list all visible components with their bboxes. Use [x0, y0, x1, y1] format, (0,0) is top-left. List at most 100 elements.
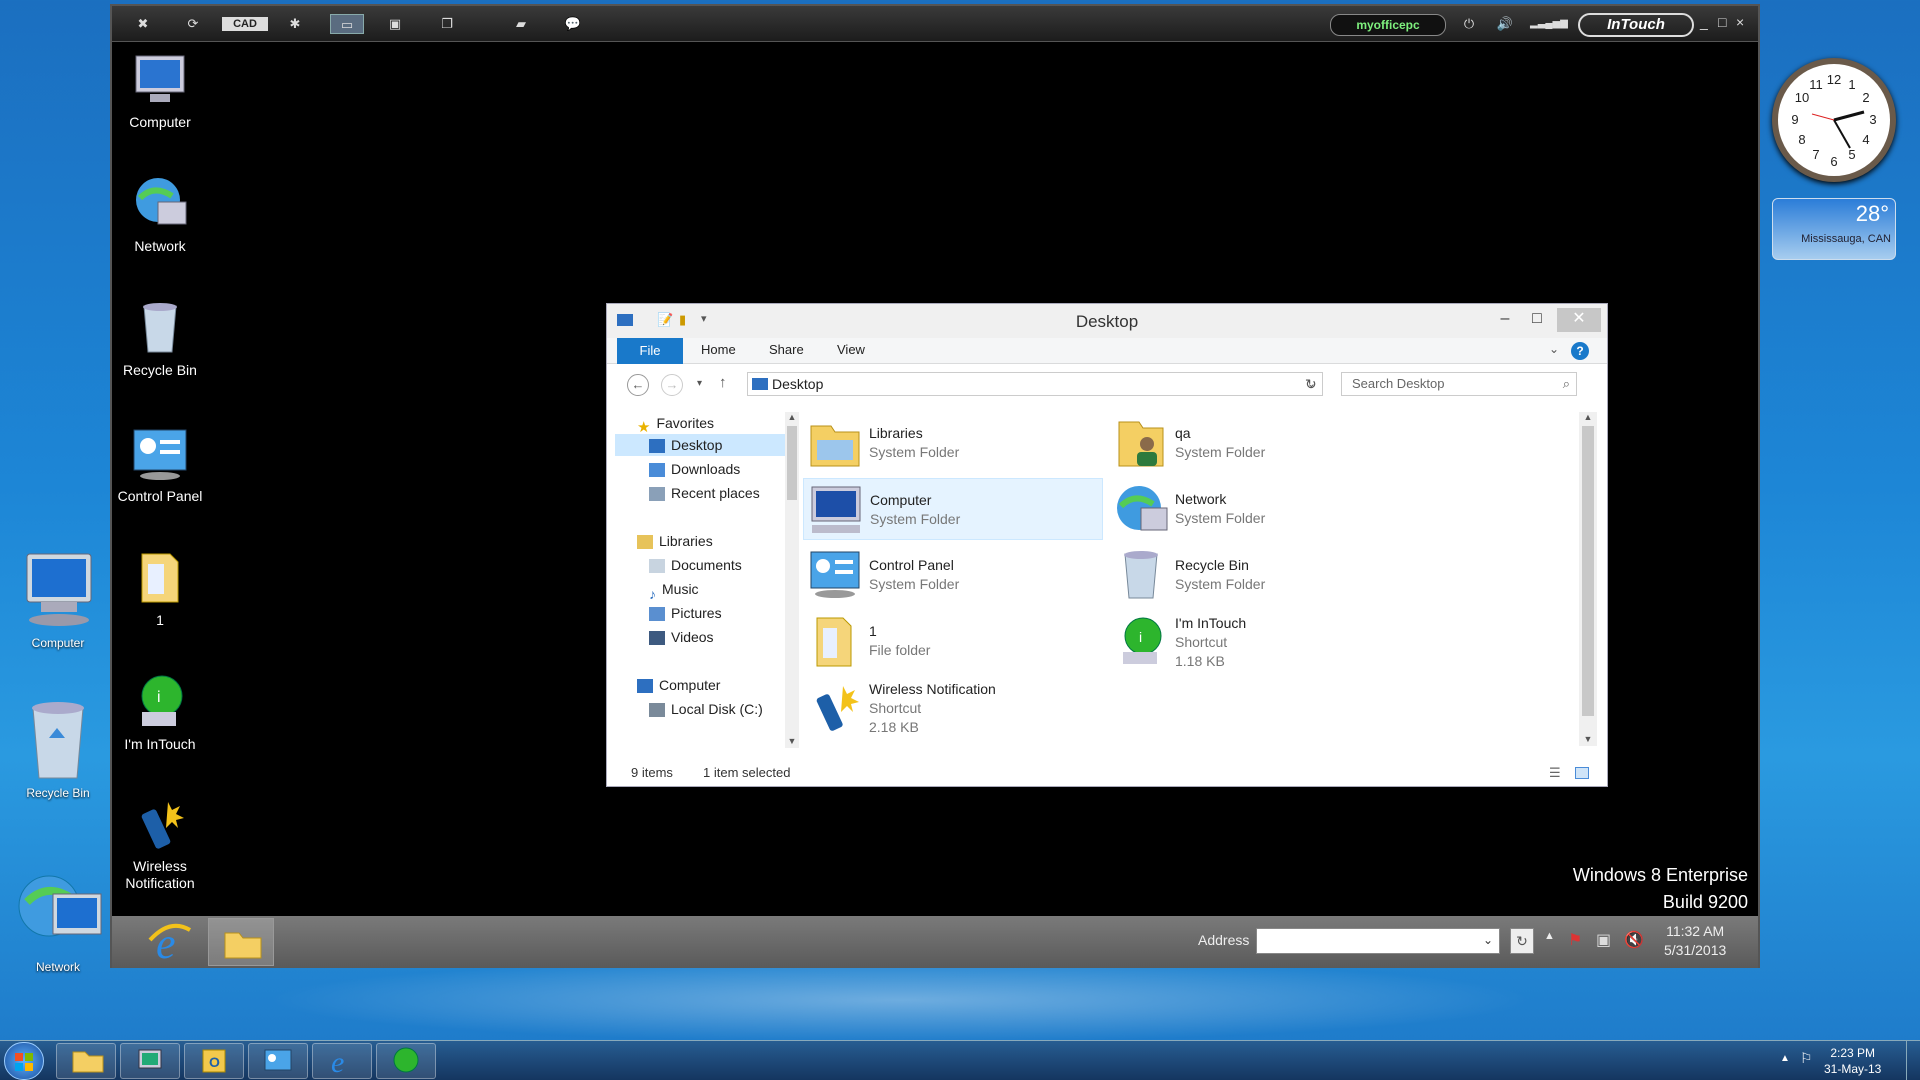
refresh-icon[interactable]: ↻	[1305, 376, 1317, 393]
desktop-icon-recycle-bin[interactable]: Recycle Bin	[8, 698, 108, 800]
nav-favorites[interactable]: ★ Favorites	[637, 412, 807, 437]
nav-desktop[interactable]: Desktop	[615, 434, 791, 456]
sound-icon[interactable]: 🔊	[1492, 14, 1518, 34]
search-input[interactable]: Search Desktop ⌕	[1341, 372, 1577, 396]
address-dropdown-icon[interactable]: ⌄	[1483, 933, 1493, 947]
scroll-down-icon[interactable]: ▼	[1579, 734, 1597, 744]
intouch-icon	[393, 1047, 419, 1073]
close-button[interactable]: ×	[1736, 14, 1744, 30]
show-hidden-icons-icon[interactable]: ▲	[1780, 1053, 1790, 1064]
remote-clock[interactable]: 11:32 AM 5/31/2013	[1664, 922, 1726, 960]
list-item-folder-1[interactable]: 1 File folder	[803, 610, 1103, 672]
action-center-flag-icon[interactable]: ⚑	[1568, 930, 1582, 950]
action-center-icon[interactable]: ⚐	[1800, 1050, 1813, 1067]
up-icon[interactable]: ↑	[719, 374, 727, 391]
expand-ribbon-icon[interactable]: ⌄	[1549, 342, 1559, 356]
cad-button[interactable]: CAD	[222, 17, 268, 31]
item-type: System Folder	[1175, 576, 1266, 592]
forward-button[interactable]: →	[661, 374, 683, 396]
remote-toolbar: ✖ ⟳ CAD ✱ ▭ ▣ ❐ ▰ 💬 myofficepc ⏻ 🔊 ▂▃▄▅▆…	[112, 6, 1758, 42]
host-clock[interactable]: 2:23 PM 31-May-13	[1824, 1045, 1881, 1077]
go-refresh-icon[interactable]: ↻	[1510, 928, 1534, 954]
item-type: File folder	[869, 642, 931, 658]
desktop-icon-computer[interactable]: Computer	[112, 52, 208, 131]
desktop-icon-folder-1[interactable]: 1	[112, 550, 208, 629]
desktop-icon-control-panel[interactable]: Control Panel	[112, 426, 208, 505]
refresh-icon[interactable]: ⟳	[180, 14, 206, 34]
desktop-icon-computer[interactable]: Computer	[8, 548, 108, 650]
taskbar-explorer[interactable]	[56, 1043, 116, 1079]
list-item-network[interactable]: Network System Folder	[1109, 478, 1409, 540]
file-explorer-taskbar-button[interactable]	[208, 918, 274, 966]
volume-muted-icon[interactable]: 🔇	[1624, 930, 1644, 950]
item-type: System Folder	[1175, 510, 1266, 526]
weather-gadget[interactable]: 28° Mississauga, CAN	[1772, 198, 1896, 260]
start-button[interactable]	[4, 1042, 44, 1080]
address-bar[interactable]: Desktop ⌄	[747, 372, 1323, 396]
scroll-thumb[interactable]	[787, 426, 797, 500]
monitor-icon[interactable]: ▣	[382, 14, 408, 34]
svg-text:i: i	[1139, 629, 1142, 645]
desktop-icon-wireless-notification[interactable]: Wireless Notification	[112, 796, 208, 892]
list-item-computer[interactable]: Computer System Folder	[803, 478, 1103, 540]
nav-scrollbar[interactable]: ▲ ▼	[785, 412, 799, 748]
desktop-icon-recycle-bin[interactable]: Recycle Bin	[112, 300, 208, 379]
close-button[interactable]: ✕	[1557, 308, 1601, 332]
ie-icon[interactable]: e	[142, 918, 198, 968]
list-item-intouch[interactable]: i I'm InTouch Shortcut 1.18 KB	[1109, 610, 1409, 672]
list-item-libraries[interactable]: Libraries System Folder	[803, 412, 1103, 474]
svg-text:11: 11	[1809, 77, 1823, 92]
tab-view[interactable]: View	[837, 342, 865, 357]
nav-computer[interactable]: Computer	[637, 674, 807, 696]
chat-icon[interactable]: 💬	[560, 14, 586, 34]
list-item-recycle-bin[interactable]: Recycle Bin System Folder	[1109, 544, 1409, 606]
content-scrollbar[interactable]: ▲ ▼	[1579, 412, 1597, 746]
svg-text:12: 12	[1827, 72, 1841, 87]
help-icon[interactable]: ?	[1571, 342, 1589, 360]
clock-gadget[interactable]: 12 1 2 3 4 5 6 7 8 9 10 11	[1772, 58, 1896, 182]
multi-window-icon[interactable]: ❐	[434, 14, 460, 34]
taskbar-control-panel[interactable]	[248, 1043, 308, 1079]
taskbar-remote-desktop[interactable]	[120, 1043, 180, 1079]
list-item-qa[interactable]: qa System Folder	[1109, 412, 1409, 474]
close-session-icon[interactable]: ✖	[130, 14, 156, 34]
taskbar-internet-explorer[interactable]: e	[312, 1043, 372, 1079]
list-item-control-panel[interactable]: Control Panel System Folder	[803, 544, 1103, 606]
back-button[interactable]: ←	[627, 374, 649, 396]
computer-icon	[132, 52, 188, 108]
desktop-icon-intouch[interactable]: i I'm InTouch	[112, 674, 208, 753]
tab-share[interactable]: Share	[769, 342, 804, 357]
recent-locations-icon[interactable]: ▾	[697, 378, 702, 389]
taskbar-outlook[interactable]: O	[184, 1043, 244, 1079]
scroll-down-icon[interactable]: ▼	[785, 736, 799, 746]
folder-icon[interactable]: ▰	[508, 14, 534, 34]
details-view-icon[interactable]: ☰	[1549, 760, 1561, 786]
tab-file[interactable]: File	[617, 338, 683, 364]
maximize-button[interactable]: □	[1521, 308, 1553, 332]
tab-home[interactable]: Home	[701, 342, 736, 357]
settings-icon[interactable]: ✱	[282, 14, 308, 34]
large-icons-view-icon[interactable]	[1575, 767, 1589, 779]
scroll-thumb[interactable]	[1582, 426, 1594, 716]
control-panel-icon	[807, 548, 863, 602]
list-item-wireless-notification[interactable]: Wireless Notification Shortcut 2.18 KB	[803, 676, 1103, 738]
power-icon[interactable]: ⏻	[1456, 14, 1482, 34]
minimize-button[interactable]: –	[1489, 308, 1521, 332]
scroll-up-icon[interactable]: ▲	[785, 412, 799, 422]
star-icon: ★	[637, 419, 651, 437]
network-tray-icon[interactable]: ▣	[1596, 930, 1611, 950]
address-label: Address	[1198, 932, 1250, 948]
screen-icon[interactable]: ▭	[330, 14, 364, 34]
minimize-button[interactable]: _	[1700, 14, 1708, 30]
show-hidden-icons-icon[interactable]: ▲	[1544, 930, 1555, 942]
desktop-icon-network[interactable]: Network	[112, 176, 208, 255]
scroll-up-icon[interactable]: ▲	[1579, 412, 1597, 422]
show-desktop-button[interactable]	[1906, 1041, 1920, 1080]
maximize-button[interactable]: □	[1718, 14, 1726, 30]
desktop-icon-network[interactable]: Network	[8, 872, 108, 974]
network-icon	[1113, 482, 1169, 536]
nav-libraries[interactable]: Libraries	[637, 530, 807, 552]
taskbar-intouch[interactable]	[376, 1043, 436, 1079]
taskbar-address-input[interactable]: ⌄	[1256, 928, 1500, 954]
ie-icon: e	[331, 1046, 344, 1079]
